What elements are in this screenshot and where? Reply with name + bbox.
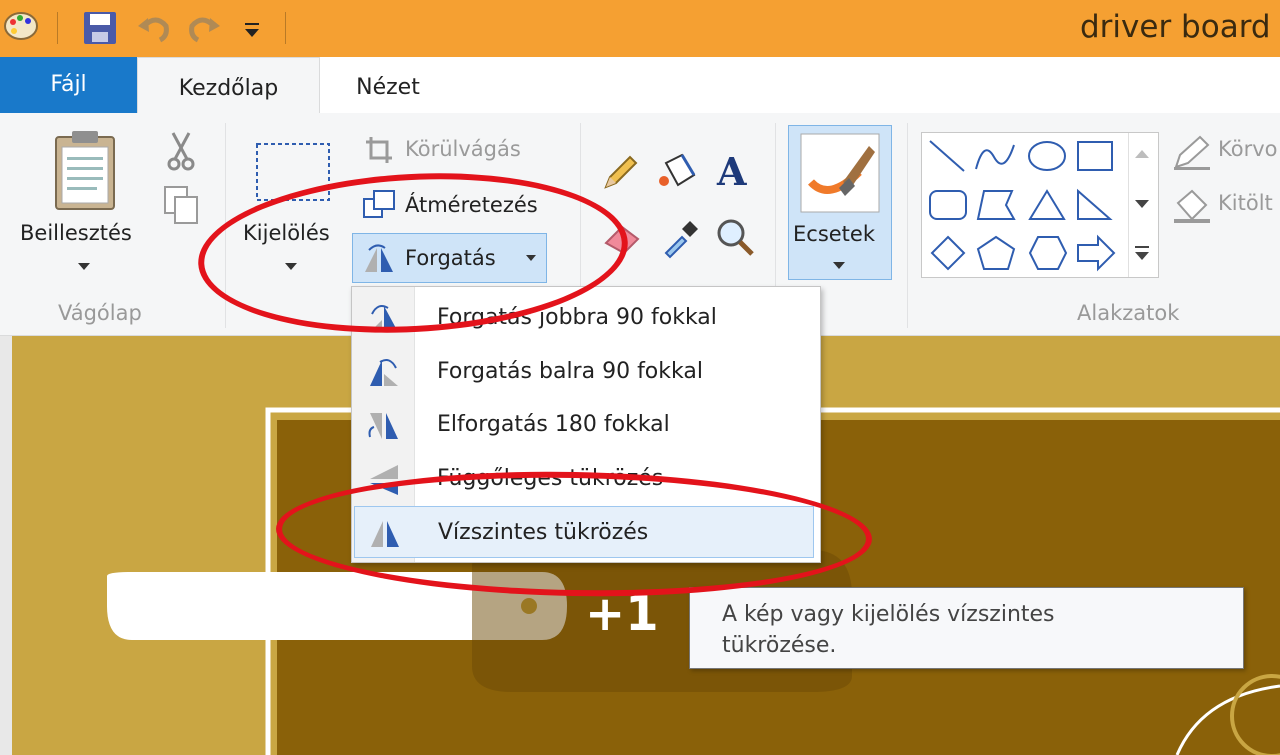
redo-icon[interactable] (186, 12, 222, 44)
crop-button[interactable]: Körülvágás (405, 137, 521, 161)
gallery-scroll-down-icon[interactable] (1132, 197, 1152, 211)
tooltip-line-1: A kép vagy kijelölés vízszintes (722, 602, 1055, 627)
quick-access-separator (57, 12, 58, 44)
tooltip: A kép vagy kijelölés vízszintes tükrözés… (689, 587, 1244, 669)
shapes-group-label: Alakzatok (1077, 301, 1180, 325)
save-icon[interactable] (82, 10, 118, 46)
menu-item-rotate-180[interactable]: Elforgatás 180 fokkal (352, 399, 818, 449)
group-separator (907, 123, 908, 328)
shapes-gallery (921, 132, 1159, 278)
shapes-grid (929, 140, 1116, 272)
brush-icon (800, 133, 880, 213)
brushes-button[interactable]: Ecsetek (788, 125, 892, 280)
paste-icon[interactable] (50, 129, 120, 211)
color-picker-icon[interactable] (660, 219, 700, 259)
text-tool-icon[interactable]: A (717, 149, 746, 194)
window-title: driver board (1080, 9, 1271, 45)
tab-file[interactable]: Fájl (0, 57, 137, 113)
tooltip-line-2: tükrözése. (722, 633, 837, 658)
fill-bucket-icon[interactable] (656, 151, 700, 193)
shape-outline-icon[interactable] (1172, 135, 1212, 171)
quick-access-separator-2 (285, 12, 286, 44)
brushes-dropdown-arrow (833, 262, 845, 269)
shape-outline-button[interactable]: Körvo (1218, 137, 1277, 161)
gallery-scroll-up-icon[interactable] (1132, 147, 1152, 161)
rotate-left-icon (370, 359, 398, 386)
undo-icon[interactable] (136, 12, 172, 44)
clipboard-group-label: Vágólap (58, 301, 142, 325)
menu-item-label: Elforgatás 180 fokkal (437, 412, 670, 437)
gallery-scroll-divider (1128, 133, 1129, 277)
menu-item-label: Forgatás balra 90 fokkal (437, 359, 703, 384)
paint-app-icon[interactable] (2, 6, 40, 44)
pencil-icon[interactable] (600, 153, 640, 193)
customize-quick-access-icon[interactable] (242, 20, 262, 40)
tab-home[interactable]: Kezdőlap (137, 57, 320, 115)
paste-button[interactable]: Beillesztés (20, 221, 132, 245)
canvas-margin (0, 336, 12, 755)
gallery-expand-icon[interactable] (1132, 243, 1152, 263)
brushes-label: Ecsetek (793, 222, 875, 246)
paste-dropdown-arrow[interactable] (78, 263, 90, 270)
shape-fill-icon[interactable] (1172, 185, 1212, 225)
ribbon-tabs: Fájl Kezdőlap Nézet (0, 57, 1280, 115)
title-bar: driver board (0, 0, 1280, 57)
menu-item-rotate-left-90[interactable]: Forgatás balra 90 fokkal (352, 346, 818, 396)
cut-icon[interactable] (165, 131, 197, 171)
magnifier-icon[interactable] (715, 217, 755, 259)
crop-icon[interactable] (364, 135, 394, 165)
tab-view[interactable]: Nézet (318, 57, 458, 114)
copy-icon[interactable] (163, 185, 201, 225)
rotate-180-icon (368, 413, 398, 439)
shape-fill-button[interactable]: Kitölt (1218, 191, 1273, 215)
